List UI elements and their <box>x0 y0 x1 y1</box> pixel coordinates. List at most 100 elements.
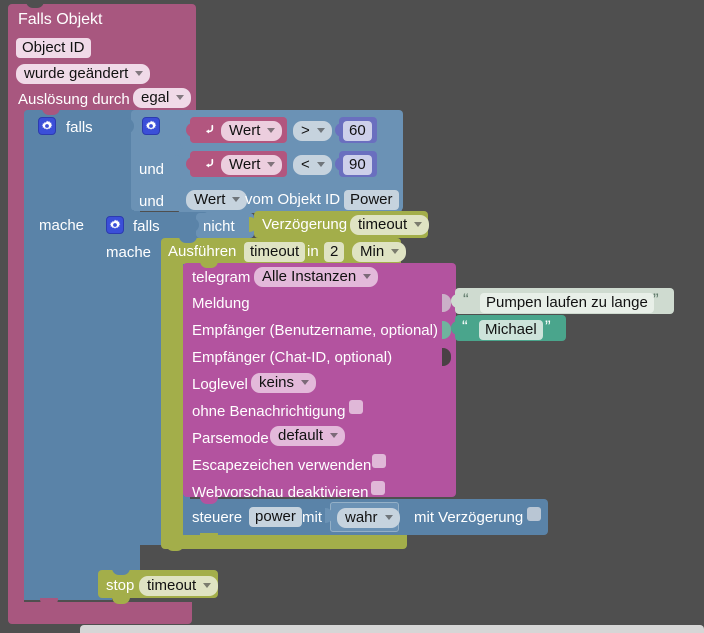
control-value-text: wahr <box>345 509 378 526</box>
inner-if-label: falls <box>133 218 160 235</box>
text-message-value[interactable]: Pumpen laufen zu lange <box>480 293 654 313</box>
text-message-field[interactable]: Pumpen laufen zu lange <box>480 293 654 313</box>
return-arrow-icon <box>202 122 217 142</box>
outer-if-do-label: mache <box>39 217 85 234</box>
number-1-field[interactable]: 60 <box>343 121 372 141</box>
telegram-loglevel-dropdown[interactable]: keins <box>251 373 317 393</box>
getvalue-1-left-tab <box>186 123 194 137</box>
delay-running-name-dropdown[interactable]: timeout <box>350 215 430 235</box>
chevron-down-icon <box>301 380 310 385</box>
telegram-silent-checkbox[interactable] <box>349 400 363 414</box>
stop-name-dropdown[interactable]: timeout <box>139 576 219 596</box>
source-value: egal <box>141 89 170 106</box>
telegram-parsemode-dropdown[interactable]: default <box>270 426 346 446</box>
text-recipient-left-tab <box>451 321 459 335</box>
number-2-field[interactable]: 90 <box>343 155 372 175</box>
timeout-in-label: in <box>307 243 319 260</box>
telegram-instance-value: Alle Instanzen <box>262 268 357 285</box>
row3-value: Wert <box>194 191 226 208</box>
control-delay-label: mit Verzögerung <box>414 509 524 526</box>
outer-if-mutator-gear[interactable] <box>38 117 56 135</box>
telegram-webpreview-checkbox[interactable] <box>371 481 385 495</box>
change-type-value: wurde geändert <box>24 65 129 82</box>
bottom-panel-edge <box>80 625 704 633</box>
row3-object-value[interactable]: Power <box>344 190 399 210</box>
control-verb-label: steuere <box>192 509 243 526</box>
trigger-object-id-field[interactable]: Object ID <box>16 38 91 58</box>
delay-running-label: Verzögerung <box>262 216 348 233</box>
inner-if-do-label: mache <box>106 244 152 261</box>
delay-running-name: timeout <box>358 216 408 233</box>
chevron-down-icon <box>267 162 276 167</box>
text-recipient-field[interactable]: Michael <box>479 320 543 340</box>
gear-icon <box>109 219 121 229</box>
and-conditions-mutator-gear[interactable] <box>142 117 160 135</box>
control-value-dropdown[interactable]: wahr <box>337 508 400 528</box>
text-recipient-value[interactable]: Michael <box>479 320 543 340</box>
chevron-down-icon <box>414 222 423 227</box>
timeout-name-value[interactable]: timeout <box>244 242 306 262</box>
text-message-close-quote-icon: ” <box>653 290 659 309</box>
telegram-field-label-loglevel: Loglevel <box>192 376 248 393</box>
timeout-unit-value: Min <box>360 243 385 260</box>
return-arrow-icon <box>202 156 217 176</box>
object-id-value[interactable]: Object ID <box>16 38 91 58</box>
getvalue-1-value: Wert <box>229 122 261 139</box>
chevron-down-icon <box>316 128 325 133</box>
control-with-label: mit <box>302 509 322 526</box>
and-label-1: und <box>139 161 165 178</box>
trigger-change-type-dropdown[interactable]: wurde geändert <box>16 64 151 84</box>
control-delay-checkbox[interactable] <box>527 507 541 521</box>
telegram-title: telegram <box>192 269 251 286</box>
text-message-left-tab <box>451 294 459 308</box>
telegram-field-label-webpreview: Webvorschau deaktivieren <box>192 484 369 501</box>
stop-verb-label: stop <box>106 577 135 594</box>
stop-name-value: timeout <box>147 577 197 594</box>
trigger-source-dropdown[interactable]: egal <box>133 88 192 108</box>
getvalue-2-value: Wert <box>229 156 261 173</box>
getvalue-2-field[interactable]: Wert <box>221 155 283 175</box>
control-target-value[interactable]: power <box>249 507 302 527</box>
chevron-down-icon <box>363 274 372 279</box>
chevron-down-icon <box>232 197 241 202</box>
getvalue-2-left-tab <box>186 157 194 171</box>
row3-object-field[interactable]: Power <box>344 190 399 210</box>
row3-value-dropdown[interactable]: Wert <box>186 190 248 210</box>
telegram-field-label-username: Empfänger (Benutzername, optional) <box>192 322 438 339</box>
telegram-instance-dropdown[interactable]: Alle Instanzen <box>254 267 379 287</box>
operator-1-dropdown[interactable]: > <box>293 121 332 141</box>
operator-2-dropdown[interactable]: < <box>293 155 332 175</box>
timeout-unit-dropdown[interactable]: Min <box>352 242 407 262</box>
text-message-open-quote-icon: “ <box>463 290 469 309</box>
trigger-title: Falls Objekt <box>18 11 103 28</box>
trigger-block-footer <box>8 602 192 624</box>
not-label: nicht <box>203 218 235 235</box>
blockly-workspace[interactable]: Falls Objekt Object ID wurde geändert Au… <box>0 0 704 633</box>
and-label-2: und <box>139 193 165 210</box>
getvalue-1-field[interactable]: Wert <box>221 121 283 141</box>
number-2-left-tab <box>335 157 343 171</box>
number-2-value[interactable]: 90 <box>343 155 372 175</box>
chevron-down-icon <box>384 515 393 520</box>
row3-middle-label: vom Objekt ID <box>245 191 341 208</box>
timeout-name-field[interactable]: timeout <box>244 242 306 262</box>
chevron-down-icon <box>203 583 212 588</box>
chevron-down-icon <box>176 95 185 100</box>
timeout-bottom-notch <box>166 543 184 551</box>
telegram-loglevel-value: keins <box>259 374 295 391</box>
control-target-field[interactable]: power <box>249 507 302 527</box>
text-recipient-close-quote-icon: ” <box>545 317 551 336</box>
chevron-down-icon <box>267 128 276 133</box>
telegram-escape-checkbox[interactable] <box>372 454 386 468</box>
chevron-down-icon <box>316 162 325 167</box>
chevron-down-icon <box>391 249 400 254</box>
timeout-amount-value[interactable]: 2 <box>324 242 345 262</box>
text-recipient-open-quote-icon: “ <box>462 317 468 336</box>
trigger-source-label: Auslösung durch <box>18 91 130 108</box>
timeout-run-label: Ausführen <box>168 243 237 260</box>
timeout-amount-field[interactable]: 2 <box>324 242 345 262</box>
gear-icon <box>41 120 53 130</box>
inner-if-mutator-gear[interactable] <box>106 216 124 234</box>
telegram-field-label-escape: Escapezeichen verwenden <box>192 457 372 474</box>
number-1-value[interactable]: 60 <box>343 121 372 141</box>
